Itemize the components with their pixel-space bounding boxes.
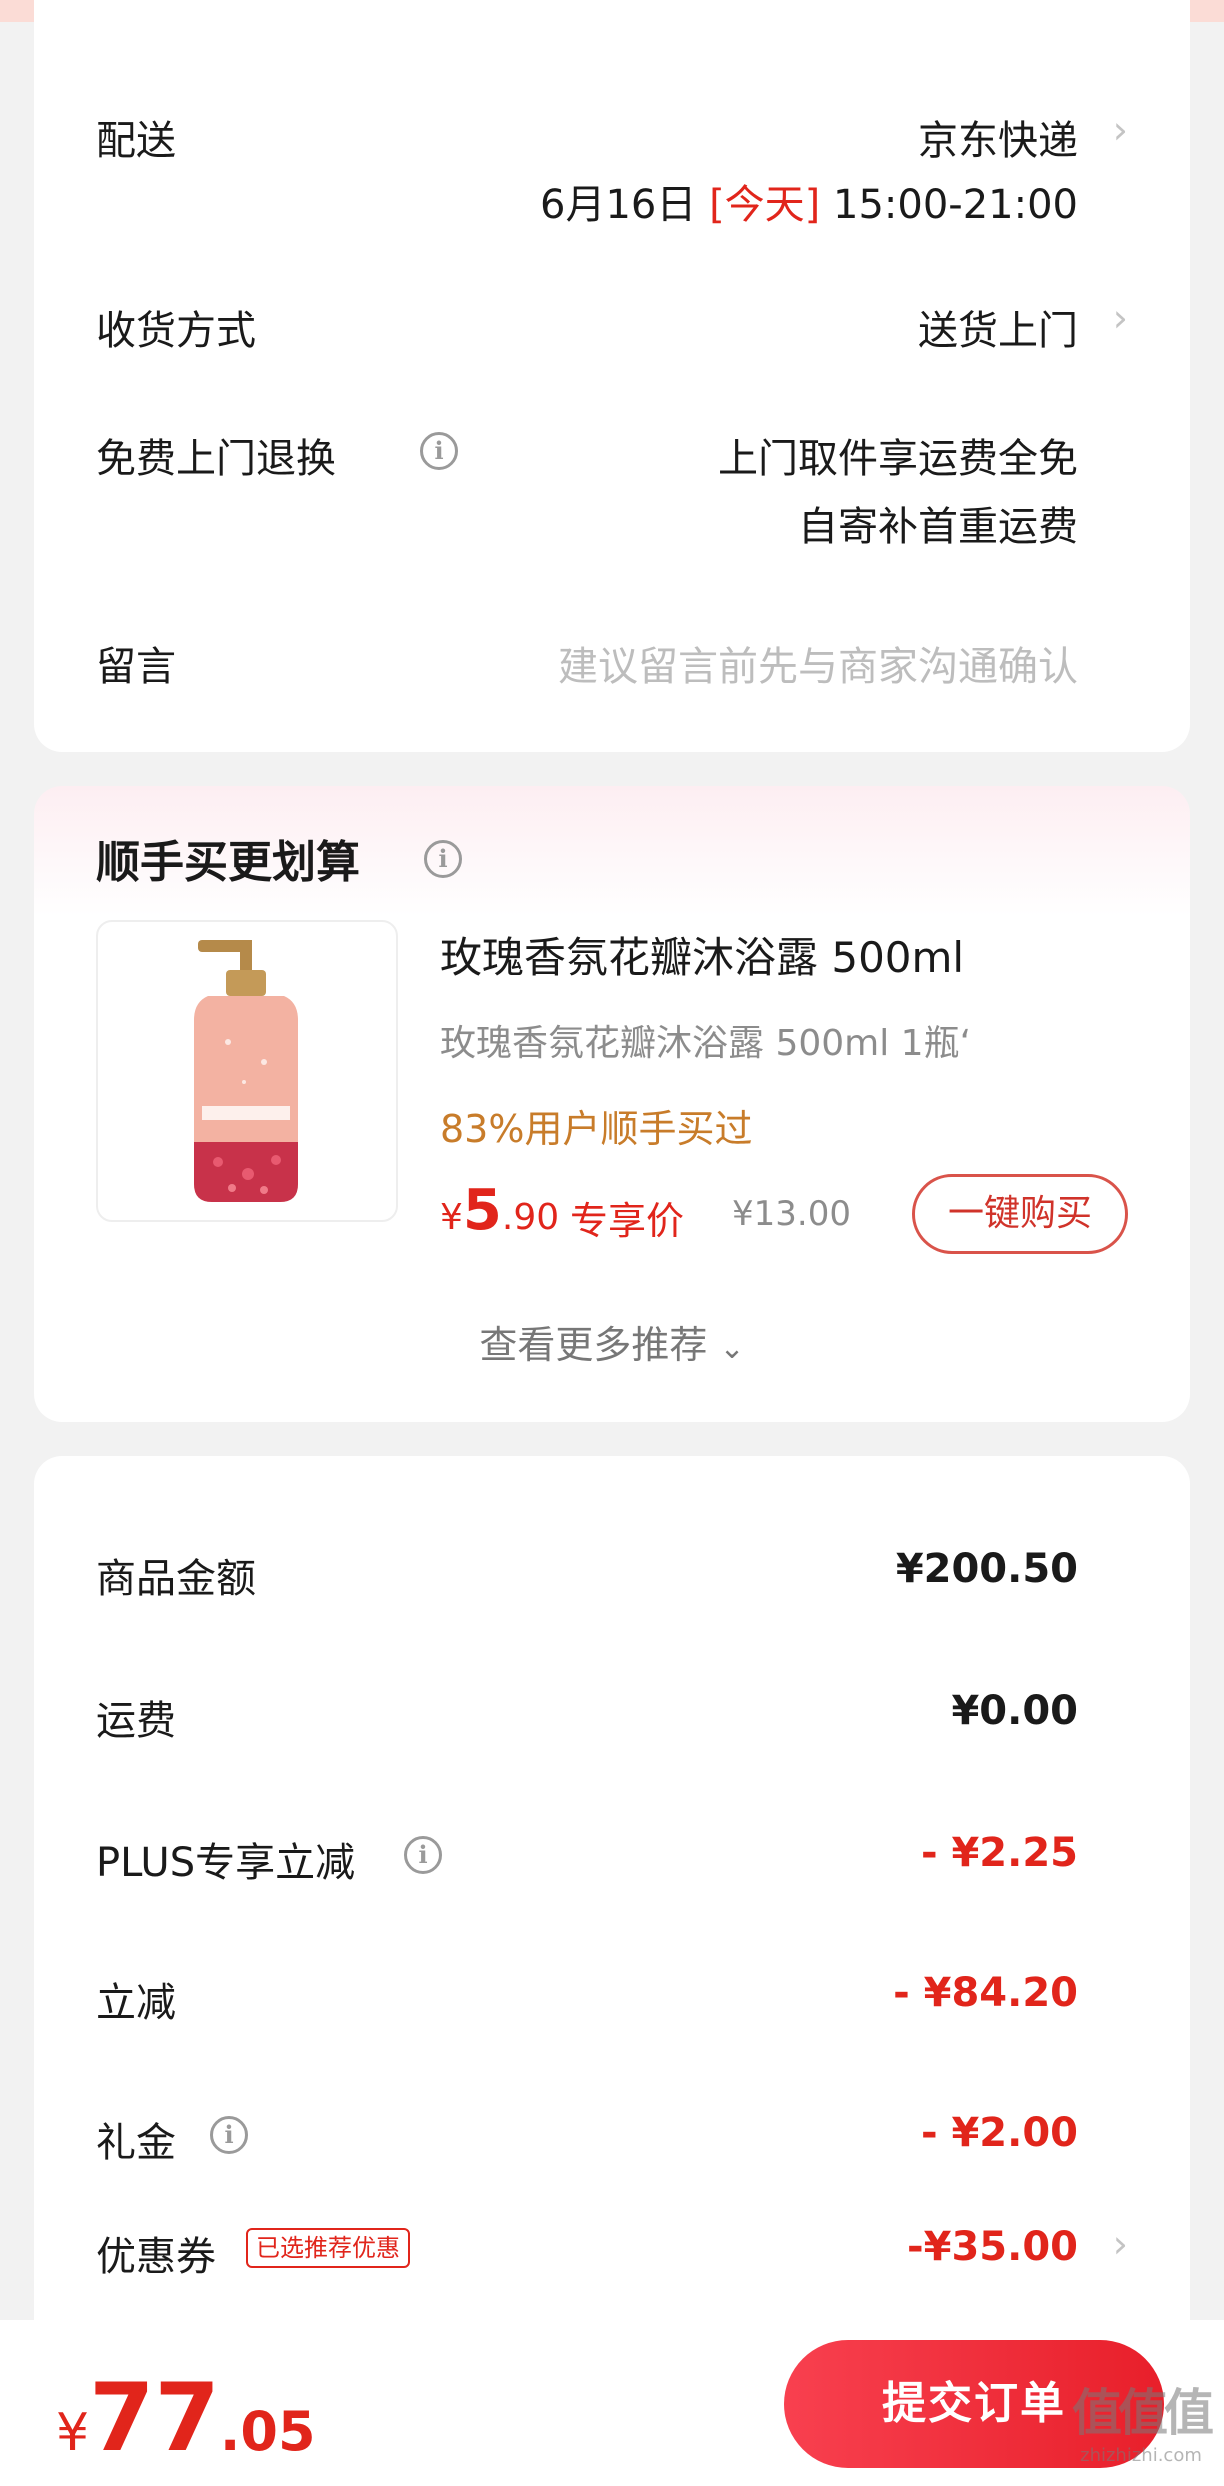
original-price: ¥13.00 <box>732 1194 851 1234</box>
receive-method-value[interactable]: 送货上门 <box>918 298 1078 356</box>
checkout-bar: ¥77.05 提交订单 值值值 zhizhizhi.com <box>0 2320 1224 2486</box>
info-icon[interactable]: i <box>424 840 462 878</box>
more-recommendations-label: 查看更多推荐 <box>479 1323 708 1367</box>
addon-card: 顺手买更划算 i 玫瑰香氛花瓣沐浴露 500ml 玫瑰香氛花瓣沐浴露 500ml… <box>34 786 1190 1422</box>
product-price: ¥5.90 <box>440 1178 559 1243</box>
chevron-right-icon[interactable]: › <box>1113 2222 1128 2266</box>
carrier-value[interactable]: 京东快递 <box>918 108 1078 166</box>
addon-title: 顺手买更划算 <box>96 837 360 888</box>
total-currency: ¥ <box>56 2403 90 2463</box>
chevron-right-icon[interactable]: › <box>1113 108 1128 152</box>
instant-discount-value: - ¥84.20 <box>893 1970 1078 2016</box>
message-label: 留言 <box>96 644 176 690</box>
one-click-buy-button[interactable]: 一键购买 <box>912 1174 1128 1254</box>
free-return-line1: 上门取件享运费全免 <box>718 436 1078 482</box>
delivery-time: 6月16日 [今天] 15:00-21:00 <box>540 172 1078 230</box>
today-tag: [今天] <box>709 182 821 228</box>
chevron-right-icon[interactable]: › <box>1113 296 1128 340</box>
info-icon[interactable]: i <box>210 2116 248 2154</box>
shipping-fee-value: ¥0.00 <box>951 1688 1078 1734</box>
gift-money-label: 礼金 <box>96 2120 176 2166</box>
watermark-text: 值值值 <box>1072 2383 1214 2442</box>
gift-money-value: - ¥2.00 <box>920 2110 1078 2156</box>
price-decimal: .90 <box>501 1197 560 1238</box>
plus-discount-value: - ¥2.25 <box>920 1830 1078 1876</box>
coupon-recommended-badge: 已选推荐优惠 <box>246 2228 410 2268</box>
shipping-fee-label: 运费 <box>96 1698 176 1744</box>
goods-amount-value: ¥200.50 <box>895 1546 1078 1592</box>
info-icon[interactable]: i <box>420 432 458 470</box>
instant-discount-label: 立减 <box>96 1980 176 2026</box>
chevron-down-icon: ⌄ <box>719 1331 745 1366</box>
free-return-label: 免费上门退换 <box>96 436 336 482</box>
goods-amount-label: 商品金额 <box>96 1556 256 1602</box>
delivery-card: 配送 京东快递 › 6月16日 [今天] 15:00-21:00 收货方式 送货… <box>34 0 1190 752</box>
product-name[interactable]: 玫瑰香氛花瓣沐浴露 500ml <box>440 924 964 985</box>
more-recommendations-link[interactable]: 查看更多推荐 ⌄ <box>34 1314 1190 1369</box>
shower-gel-bottle-icon <box>194 940 298 1202</box>
total-integer: 77 <box>89 2364 220 2473</box>
delivery-date: 6月16日 <box>540 182 697 228</box>
exclusive-price-label: 专享价 <box>570 1199 685 1243</box>
price-integer: 5 <box>462 1178 502 1243</box>
total-decimal: .05 <box>219 2400 316 2463</box>
receive-method-label: 收货方式 <box>96 308 256 354</box>
free-return-line2: 自寄补首重运费 <box>798 504 1078 550</box>
product-spec: 玫瑰香氛花瓣沐浴露 500ml 1瓶‘ <box>440 1023 972 1064</box>
coupon-value[interactable]: -¥35.00 <box>907 2224 1078 2270</box>
info-icon[interactable]: i <box>404 1836 442 1874</box>
coupon-label: 优惠券 <box>96 2234 216 2280</box>
watermark-url: zhizhizhi.com <box>1080 2445 1202 2466</box>
watermark-logo: 值值值 zhizhizhi.com <box>1072 2373 1214 2466</box>
plus-discount-label: PLUS专享立减 <box>96 1840 356 1886</box>
total-price: ¥77.05 <box>56 2364 316 2473</box>
message-input[interactable]: 建议留言前先与商家沟通确认 <box>558 634 1078 692</box>
delivery-window: 15:00-21:00 <box>833 182 1078 228</box>
purchase-rate-tag: 83%用户顺手买过 <box>440 1107 753 1151</box>
price-currency: ¥ <box>440 1197 463 1238</box>
delivery-label: 配送 <box>96 118 176 164</box>
product-image[interactable] <box>96 920 398 1222</box>
